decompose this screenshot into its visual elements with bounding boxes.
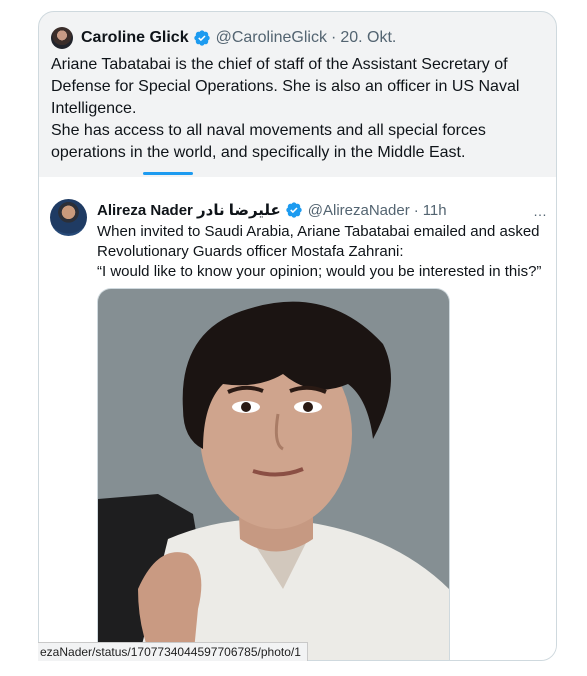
quoted-handle[interactable]: @AlirezaNader — [308, 202, 410, 219]
outer-tweet-text: Ariane Tabatabai is the chief of staff o… — [51, 54, 541, 164]
portrait-image — [98, 289, 449, 660]
quoted-tweet-text: When invited to Saudi Arabia, Ariane Tab… — [97, 222, 547, 282]
outer-separator: · — [330, 29, 337, 46]
avatar-caroline-glick[interactable] — [51, 27, 73, 49]
outer-text-paragraph: She has access to all naval movements an… — [51, 122, 486, 161]
outer-text-paragraph: Ariane Tabatabai is the chief of staff o… — [51, 56, 520, 117]
quoted-time[interactable]: 11h — [423, 202, 447, 219]
outer-handle[interactable]: @CarolineGlick — [216, 29, 327, 47]
quoted-text-paragraph: “I would like to know your opinion; woul… — [97, 263, 542, 280]
quoted-display-name[interactable]: Alireza Nader علیرضا نادر — [97, 201, 281, 219]
focus-indicator — [143, 172, 193, 175]
tweet-photo[interactable] — [97, 288, 450, 660]
verified-badge-icon — [193, 30, 210, 46]
quoted-tweet[interactable]: Alireza Nader علیرضا نادر @AlirezaNader … — [39, 177, 556, 660]
status-bar-url: ezaNader/status/1707734044597706785/phot… — [38, 642, 308, 661]
outer-date[interactable]: 20. Okt. — [340, 29, 396, 47]
verified-badge-icon — [286, 202, 302, 218]
outer-tweet-header: Caroline Glick @CarolineGlick · 20. Okt. — [51, 25, 396, 51]
page-margin — [569, 0, 587, 676]
quoted-text-paragraph: When invited to Saudi Arabia, Ariane Tab… — [97, 223, 540, 260]
avatar-alireza-nader[interactable] — [50, 199, 87, 236]
more-options-icon[interactable]: … — [533, 203, 548, 219]
quoted-tweet-header: Alireza Nader علیرضا نادر @AlirezaNader … — [97, 199, 447, 221]
outer-display-name[interactable]: Caroline Glick — [81, 29, 189, 47]
outer-tweet-card[interactable]: Caroline Glick @CarolineGlick · 20. Okt.… — [38, 11, 557, 661]
quoted-separator: · — [413, 201, 419, 219]
